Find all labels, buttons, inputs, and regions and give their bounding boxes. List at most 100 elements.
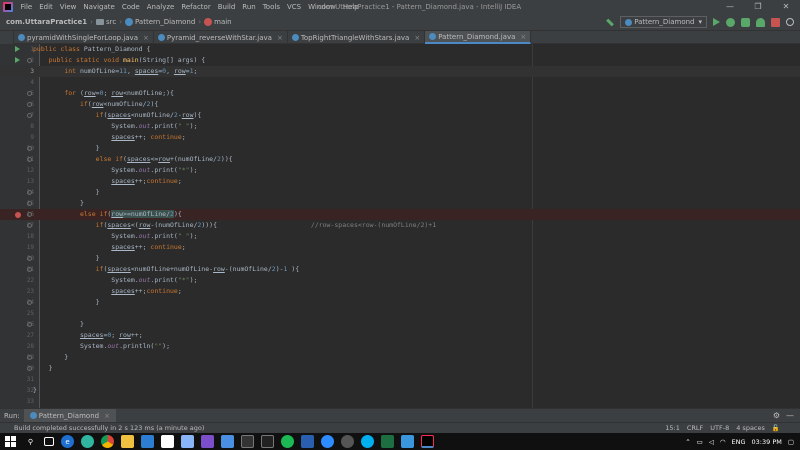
menu-code[interactable]: Code xyxy=(118,3,143,11)
lock-icon[interactable]: 🔓 xyxy=(772,424,780,432)
code-line[interactable]: 27 spaces=0; row++; xyxy=(0,330,800,341)
clock[interactable]: 03:39 PM xyxy=(752,438,782,446)
edge-chromium-icon[interactable] xyxy=(81,435,94,448)
teams-icon[interactable] xyxy=(221,435,234,448)
code-line[interactable]: 4 xyxy=(0,77,800,88)
fold-icon[interactable] xyxy=(27,366,32,371)
status-message[interactable]: Build completed successfully in 2 s 123 … xyxy=(0,424,204,432)
fold-icon[interactable] xyxy=(27,102,32,107)
menu-build[interactable]: Build xyxy=(214,3,239,11)
fold-icon[interactable] xyxy=(27,113,32,118)
windows-start-icon[interactable] xyxy=(5,436,16,447)
chrome-icon[interactable] xyxy=(101,435,114,448)
skype-icon[interactable] xyxy=(361,435,374,448)
code-line[interactable]: 25 xyxy=(0,308,800,319)
tab-pattern-diamond[interactable]: Pattern_Diamond.java × xyxy=(425,31,532,44)
code-line[interactable]: 20 } xyxy=(0,253,800,264)
fold-icon[interactable] xyxy=(27,355,32,360)
file-explorer-icon[interactable] xyxy=(121,435,134,448)
code-line[interactable]: 33 xyxy=(0,396,800,407)
media-player-icon[interactable] xyxy=(341,435,354,448)
code-line[interactable]: 10 } xyxy=(0,143,800,154)
fold-icon[interactable] xyxy=(27,300,32,305)
tab-pyramid-single-loop[interactable]: pyramidWithSingleForLoop.java × xyxy=(14,31,154,44)
fold-icon[interactable] xyxy=(27,267,32,272)
menu-analyze[interactable]: Analyze xyxy=(143,3,178,11)
menu-tools[interactable]: Tools xyxy=(259,3,283,11)
close-icon[interactable]: × xyxy=(143,34,149,42)
menu-edit[interactable]: Edit xyxy=(36,3,57,11)
code-line[interactable]: 6 if(row<numOfLine/2){ xyxy=(0,99,800,110)
code-line[interactable]: 19 spaces++; continue; xyxy=(0,242,800,253)
store-icon[interactable] xyxy=(141,435,154,448)
fold-icon[interactable] xyxy=(27,201,32,206)
excel-icon[interactable] xyxy=(381,435,394,448)
run-icon[interactable] xyxy=(713,18,720,26)
menu-refactor[interactable]: Refactor xyxy=(178,3,214,11)
hide-icon[interactable]: — xyxy=(786,411,794,420)
fold-icon[interactable] xyxy=(27,58,32,63)
fold-icon[interactable] xyxy=(27,223,32,228)
volume-icon[interactable]: ◁ xyxy=(709,438,714,446)
fold-icon[interactable] xyxy=(27,212,32,217)
code-line[interactable]: 29 } xyxy=(0,352,800,363)
code-line[interactable]: 13 spaces++;continue; xyxy=(0,176,800,187)
network-icon[interactable]: ▭ xyxy=(697,438,703,446)
menu-run[interactable]: Run xyxy=(239,3,259,11)
code-line-current[interactable]: 3 int numOfLine=11, spaces=0, row=1; xyxy=(0,66,800,77)
line-separator[interactable]: CRLF xyxy=(687,424,703,432)
code-line[interactable]: 12 System.out.print("*"); xyxy=(0,165,800,176)
mail-icon[interactable] xyxy=(161,435,174,448)
coverage-icon[interactable] xyxy=(741,17,750,27)
fold-icon[interactable] xyxy=(27,322,32,327)
close-icon[interactable]: × xyxy=(520,33,526,41)
code-line[interactable]: 32} xyxy=(0,385,800,396)
indent-setting[interactable]: 4 spaces xyxy=(736,424,765,432)
breakpoint-icon[interactable] xyxy=(15,212,21,218)
wifi-icon[interactable]: ◠ xyxy=(720,438,726,446)
stop-icon[interactable] xyxy=(771,17,780,27)
menu-navigate[interactable]: Navigate xyxy=(80,3,118,11)
close-icon[interactable]: × xyxy=(414,34,420,42)
code-line[interactable]: 9 spaces++; continue; xyxy=(0,132,800,143)
zoom-icon[interactable] xyxy=(321,435,334,448)
code-line[interactable]: 2 public static void main(String[] args)… xyxy=(0,55,800,66)
minimize-button[interactable]: — xyxy=(716,0,744,14)
chevron-up-icon[interactable]: ⌃ xyxy=(685,438,690,446)
gear-icon[interactable]: ⚙ xyxy=(773,411,780,420)
code-line[interactable]: 15 } xyxy=(0,198,800,209)
code-line[interactable]: 21 if(spaces<numOfLine+numOfLine-row-(nu… xyxy=(0,264,800,275)
code-line[interactable]: 14 } xyxy=(0,187,800,198)
code-line[interactable]: 5 for (row=0; row<numOfLine;){ xyxy=(0,88,800,99)
fold-icon[interactable] xyxy=(27,91,32,96)
tab-top-right-triangle[interactable]: TopRightTriangleWithStars.java × xyxy=(288,31,426,44)
calculator-icon[interactable] xyxy=(241,435,254,448)
code-line[interactable]: 11 else if(spaces<=row+(numOfLine/2)){ xyxy=(0,154,800,165)
task-view-icon[interactable] xyxy=(44,437,54,446)
build-hammer-icon[interactable] xyxy=(606,18,615,26)
code-line[interactable]: 26 } xyxy=(0,319,800,330)
debug-icon[interactable] xyxy=(726,17,735,27)
code-line[interactable]: 8 System.out.print(" "); xyxy=(0,121,800,132)
spotify-icon[interactable] xyxy=(281,435,294,448)
code-line[interactable]: 30 } xyxy=(0,363,800,374)
run-configuration-select[interactable]: Pattern_Diamond ▾ xyxy=(620,16,707,28)
photos-icon[interactable] xyxy=(181,435,194,448)
code-line[interactable]: 24 } xyxy=(0,297,800,308)
maximize-button[interactable]: ❐ xyxy=(744,0,772,14)
search-icon[interactable] xyxy=(786,18,794,26)
tab-pyramid-reverse[interactable]: Pyramid_reverseWithStar.java × xyxy=(154,31,288,44)
edge-icon[interactable]: e xyxy=(61,435,74,448)
fold-icon[interactable] xyxy=(27,157,32,162)
fold-icon[interactable] xyxy=(27,146,32,151)
menu-file[interactable]: File xyxy=(17,3,36,11)
vscode-icon[interactable] xyxy=(401,435,414,448)
close-icon[interactable]: × xyxy=(277,34,283,42)
code-line-breakpoint[interactable]: 16 else if(row>=numOfLine/2){ xyxy=(0,209,800,220)
close-button[interactable]: ✕ xyxy=(772,0,800,14)
code-line[interactable]: 17 if(spaces<(row-(numOfLine/2))){ //row… xyxy=(0,220,800,231)
code-line[interactable]: 31 xyxy=(0,374,800,385)
menu-view[interactable]: View xyxy=(56,3,80,11)
close-icon[interactable]: × xyxy=(104,412,110,420)
notification-icon[interactable]: ▢ xyxy=(788,438,794,446)
